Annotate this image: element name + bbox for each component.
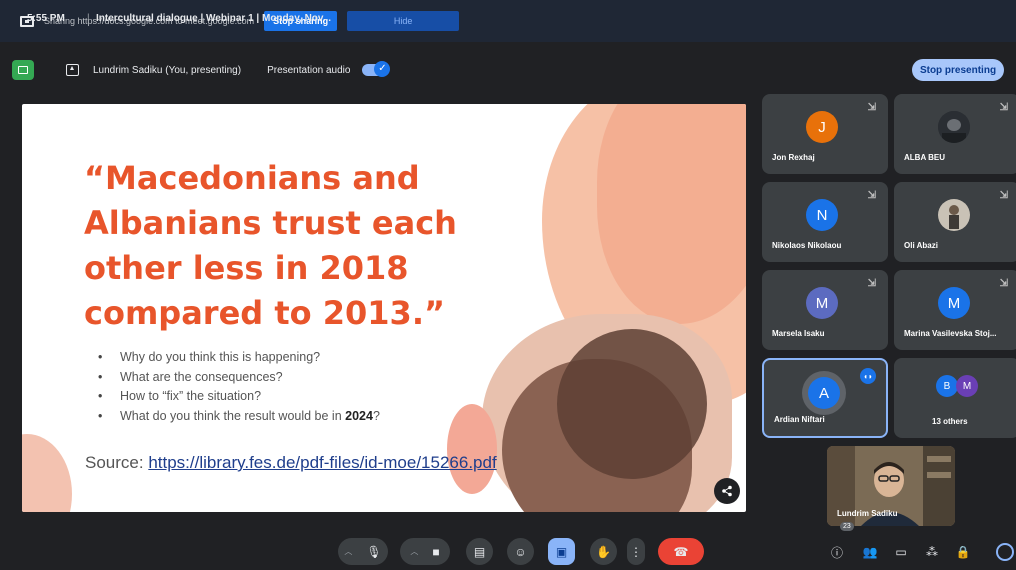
participant-name: Oli Abazi <box>904 241 938 250</box>
activities-icon[interactable]: ⁂ <box>923 543 941 561</box>
participant-name: Marsela Isaku <box>772 329 825 338</box>
chat-icon[interactable]: ▭ <box>892 543 910 561</box>
more-options-button[interactable]: ⋮ <box>627 538 645 565</box>
avatar: A <box>808 377 840 409</box>
presentation-slide: “Macedonians and Albanians trust each ot… <box>22 104 746 512</box>
slide-title: “Macedonians and Albanians trust each ot… <box>84 159 457 332</box>
participant-tile[interactable]: ⇲ M Marina Vasilevska Stoj... <box>894 270 1016 350</box>
present-screen-icon <box>66 64 79 76</box>
others-tile[interactable]: B M 13 others <box>894 358 1016 438</box>
avatar: M <box>806 287 838 319</box>
present-button[interactable]: ▣ <box>548 538 575 565</box>
presentation-audio-label: Presentation audio <box>267 64 351 76</box>
separator: | <box>87 13 90 24</box>
pin-icon[interactable]: ⇲ <box>1000 190 1008 201</box>
bullet-item: How to “fix” the situation? <box>98 387 380 407</box>
pin-icon[interactable]: ⇲ <box>1000 102 1008 113</box>
pin-icon[interactable]: ⇲ <box>1000 278 1008 289</box>
slide-bullet-list: Why do you think this is happening? What… <box>98 348 380 426</box>
source-link[interactable]: https://library.fes.de/pdf-files/id-moe/… <box>148 453 496 472</box>
participant-tile[interactable]: ⇲ Oli Abazi <box>894 182 1016 262</box>
emoji-button[interactable]: ☺ <box>507 538 534 565</box>
bullet-item: What do you think the result would be in… <box>98 407 380 427</box>
pin-icon[interactable]: ⇲ <box>868 190 876 201</box>
avatar: M <box>938 287 970 319</box>
captions-icon: ▤ <box>473 544 486 559</box>
participant-name: ALBA BEU <box>904 153 946 162</box>
check-icon: ✓ <box>374 61 391 77</box>
participant-name: Ardian Niftari <box>774 415 825 424</box>
presenting-bar: Lundrim Sadiku (You, presenting) Present… <box>12 52 1008 88</box>
participant-name: Jon Rexhaj <box>772 153 815 162</box>
clock: 5:55 PM <box>27 13 65 24</box>
info-icon[interactable]: ⓘ <box>828 543 846 561</box>
captions-button[interactable]: ▤ <box>466 538 493 565</box>
camera-icon: ■ <box>432 544 440 559</box>
bullet-item: What are the consequences? <box>98 368 380 388</box>
emoji-icon: ☺ <box>514 544 527 559</box>
hide-share-bar-button[interactable]: Hide <box>347 11 460 31</box>
microphone-button[interactable]: ︿ 🎙 <box>338 538 388 565</box>
hand-icon: ✋ <box>596 544 611 559</box>
avatar: N <box>806 199 838 231</box>
slide-source: Source: https://library.fes.de/pdf-files… <box>85 453 497 472</box>
avatar: B <box>936 375 958 397</box>
avatar: J <box>806 111 838 143</box>
presenter-name: Lundrim Sadiku (You, presenting) <box>93 64 242 76</box>
pin-icon[interactable]: ⇲ <box>868 278 876 289</box>
participant-count-badge: 23 <box>840 522 854 531</box>
microphone-icon: 🎙 <box>366 544 382 559</box>
participant-tile[interactable]: ⇲ M Marsela Isaku <box>762 270 888 350</box>
meeting-title: Intercultural dialogue | Webinar 1 | Mon… <box>96 13 332 24</box>
host-controls-icon[interactable]: 🔒 <box>954 543 972 561</box>
chevron-up-icon[interactable]: ︿ <box>344 546 352 557</box>
camera-button[interactable]: ︿ ■ <box>400 538 450 565</box>
others-avatars: B M <box>936 375 978 397</box>
leave-call-button[interactable]: ☎ <box>658 538 704 565</box>
avatar: M <box>956 375 978 397</box>
avatar-photo <box>938 111 970 143</box>
participant-tile-speaking[interactable]: ◖◗ A Ardian Niftari <box>762 358 888 438</box>
decorative-blob <box>557 329 707 479</box>
pin-icon[interactable]: ⇲ <box>868 102 876 113</box>
raise-hand-button[interactable]: ✋ <box>590 538 617 565</box>
presentation-audio-toggle[interactable]: ✓ <box>362 61 391 77</box>
participant-name: Marina Vasilevska Stoj... <box>904 329 997 338</box>
participant-tile[interactable]: ⇲ ALBA BEU <box>894 94 1016 174</box>
more-vert-icon: ⋮ <box>630 544 642 559</box>
present-screen-icon: ▣ <box>555 544 568 559</box>
meet-app-icon <box>12 60 34 80</box>
chevron-up-icon[interactable]: ︿ <box>410 546 418 557</box>
stop-presenting-button[interactable]: Stop presenting <box>912 59 1004 81</box>
audio-level-icon: ◖◗ <box>860 368 876 384</box>
decorative-blob <box>447 404 497 494</box>
participant-tile[interactable]: ⇲ N Nikolaos Nikolaou <box>762 182 888 262</box>
participant-name: Nikolaos Nikolaou <box>772 241 842 250</box>
hang-up-icon: ☎ <box>673 544 689 559</box>
avatar-photo <box>938 199 970 231</box>
participant-tile[interactable]: ⇲ J Jon Rexhaj <box>762 94 888 174</box>
others-label: 13 others <box>932 417 968 426</box>
people-icon[interactable]: 👥 <box>861 543 879 561</box>
decorative-blob <box>22 434 72 512</box>
self-view-video[interactable]: Lundrim Sadiku <box>827 446 955 526</box>
share-icon[interactable] <box>714 478 740 504</box>
self-name: Lundrim Sadiku <box>837 509 898 518</box>
timer-icon[interactable] <box>996 543 1014 561</box>
bullet-item: Why do you think this is happening? <box>98 348 380 368</box>
